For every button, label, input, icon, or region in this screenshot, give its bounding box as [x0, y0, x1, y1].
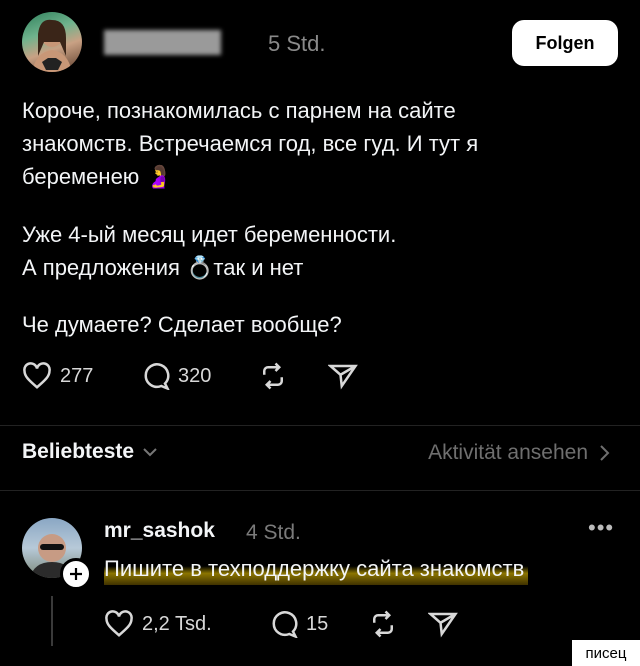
post-line: Короче, познакомилась с парнем на сайте [22, 98, 456, 123]
like-count: 277 [60, 364, 94, 387]
chevron-right-icon [600, 445, 610, 461]
post-line: Уже 4-ый месяц идет беременности. [22, 222, 397, 247]
send-icon [428, 612, 458, 638]
sort-label: Beliebteste [22, 440, 135, 463]
comment-icon [144, 363, 170, 390]
reply-author-username[interactable]: mr_sashok [104, 519, 215, 543]
activity-link[interactable]: Aktivität ansehen [428, 441, 610, 465]
post-line: Че думаете? Сделает вообще? [22, 312, 342, 337]
post-author-username[interactable]: elya_kendal [104, 30, 222, 56]
thread-line [51, 596, 53, 646]
repost-button[interactable] [258, 362, 288, 390]
section-divider [0, 490, 640, 491]
reply-like-button[interactable]: 2,2 Tsd. [104, 610, 212, 638]
chevron-down-icon [143, 448, 157, 457]
watermark: писец [572, 640, 640, 666]
more-options-icon[interactable]: ••• [588, 515, 614, 541]
reply-like-count: 2,2 Tsd. [142, 612, 212, 635]
post-time: 5 Std. [268, 31, 326, 56]
post-line: А предложения 💍так и нет [22, 255, 304, 280]
repost-icon [263, 362, 283, 390]
reply-text-highlight: Пишите в техподдержку сайта знакомств [104, 556, 529, 585]
post-paragraph-3: Че думаете? Сделает вообще? [22, 308, 602, 341]
post-author-avatar[interactable] [22, 12, 82, 72]
reply-comment-button[interactable]: 15 [268, 610, 328, 638]
comment-count: 320 [178, 364, 212, 387]
avatar-portrait-icon [32, 19, 72, 72]
comment-icon [272, 611, 298, 638]
follow-button[interactable]: Folgen [512, 20, 618, 66]
heart-icon [105, 610, 133, 637]
repost-icon [373, 610, 393, 638]
reply-text: Пишите в техподдержку сайта знакомств [104, 556, 529, 585]
post-paragraph-1: Короче, познакомилась с парнем на сайте … [22, 94, 602, 193]
heart-icon [23, 362, 51, 389]
like-button[interactable]: 277 [22, 362, 93, 390]
post-paragraph-2: Уже 4-ый месяц идет беременности. А пред… [22, 218, 602, 284]
reply-share-button[interactable] [428, 610, 458, 638]
post-line: беременею 🤰 [22, 164, 173, 189]
plus-icon [70, 568, 82, 580]
send-icon [328, 364, 358, 390]
activity-label: Aktivität ansehen [428, 441, 588, 464]
reply-repost-button[interactable] [368, 610, 398, 638]
share-button[interactable] [328, 362, 358, 390]
post-line: знакомств. Встречаемся год, все гуд. И т… [22, 131, 479, 156]
reply-follow-plus[interactable] [60, 558, 92, 590]
username-text[interactable]: elya_kendal [104, 30, 222, 55]
sort-dropdown[interactable]: Beliebteste [22, 440, 158, 464]
reply-comment-count: 15 [306, 612, 329, 635]
section-divider [0, 425, 640, 426]
comment-button[interactable]: 320 [140, 362, 211, 390]
reply-time: 4 Std. [246, 521, 301, 544]
